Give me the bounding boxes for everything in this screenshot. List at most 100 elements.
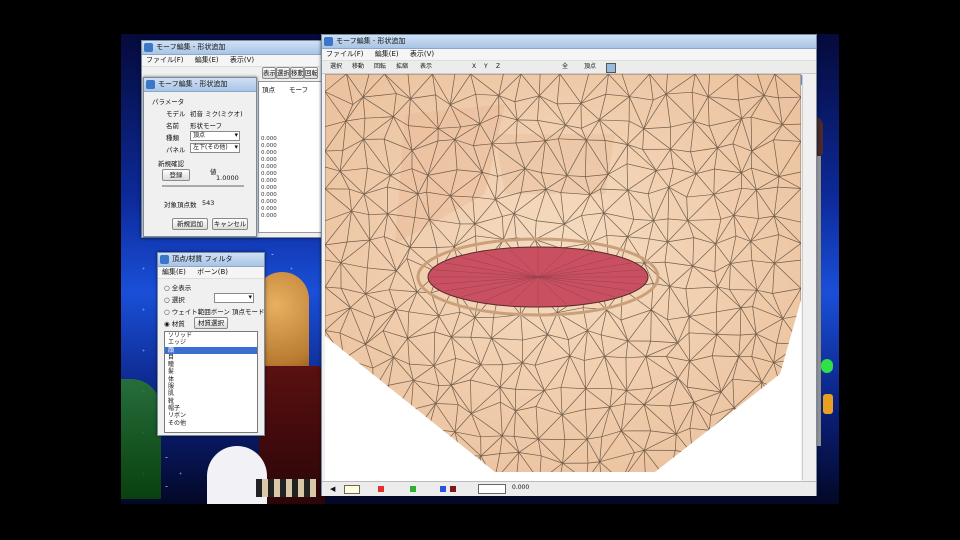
select-combo[interactable]	[214, 293, 254, 303]
material-list-item[interactable]: 体	[165, 376, 257, 383]
viewport[interactable]	[325, 74, 801, 481]
vertex-panel: 頂点/材質 フィルタ 編集(E) ボーン(B) ○ 全表示 ○ 選択 ○ ウェイ…	[157, 252, 265, 436]
thumb-window-titlebar: モーフ編集 - 形状追加	[142, 41, 322, 55]
bg-table-row: 0.000	[261, 199, 277, 205]
editor-right-scroll[interactable]	[802, 75, 815, 480]
material-list-item[interactable]: エッジ	[165, 339, 257, 346]
mesh-edge	[390, 413, 395, 436]
panel-menu-edit[interactable]: 編集(E)	[162, 268, 186, 276]
status-box[interactable]	[344, 485, 360, 494]
material-select-button[interactable]: 材質選択	[194, 317, 228, 329]
bg-table-row: 0.000	[261, 185, 277, 191]
weight-slider-track[interactable]	[162, 185, 244, 187]
mesh-edge	[325, 353, 345, 360]
mesh-edge	[350, 403, 368, 428]
tab-view[interactable]: 表示	[262, 67, 276, 79]
status-green-icon[interactable]	[410, 486, 416, 492]
status-blue-icon[interactable]	[440, 486, 446, 492]
material-list-item[interactable]: その他	[165, 420, 257, 427]
cancel-button[interactable]: キャンセル	[212, 218, 248, 230]
character-belt	[256, 479, 316, 497]
tool-view[interactable]: 表示	[420, 62, 432, 72]
material-list-item[interactable]: 服	[165, 383, 257, 390]
mesh-edge	[713, 454, 731, 472]
vertex-panel-titlebar: 頂点/材質 フィルタ	[158, 253, 264, 267]
tool-vertex[interactable]: 頂点	[584, 62, 596, 72]
vertex-panel-title: 頂点/材質 フィルタ	[172, 255, 233, 263]
mesh-edge	[325, 358, 345, 386]
tab-select[interactable]: 選択	[276, 67, 290, 79]
editor-menu-edit[interactable]: 編集(E)	[375, 50, 399, 58]
material-list-item[interactable]: 目	[165, 354, 257, 361]
radio-weight[interactable]: ○ ウェイト範囲ボーン 頂点モード	[164, 306, 265, 316]
type-select[interactable]: 頂点	[190, 131, 240, 141]
radio-select[interactable]: ○ 選択	[164, 294, 185, 304]
material-list-item[interactable]: 顔	[165, 346, 257, 354]
apply-button[interactable]: 新規追加	[172, 218, 208, 230]
dialog-icon	[146, 80, 155, 89]
panel-label: パネル	[166, 146, 186, 154]
mesh-edge	[761, 381, 782, 392]
bg-table-row: 0.000	[261, 150, 277, 156]
material-list-item[interactable]: 靴	[165, 398, 257, 405]
material-list[interactable]: ソリッド エッジ顔目瞳髪体服肌靴帽子 リボン その他	[164, 331, 258, 433]
mesh-edge	[692, 454, 700, 472]
radio-all[interactable]: ○ 全表示	[164, 282, 191, 292]
mesh-edge	[733, 407, 761, 415]
tool-z[interactable]: Z	[496, 62, 500, 72]
tool-all[interactable]: 全	[562, 62, 568, 72]
material-list-item[interactable]: 瞳	[165, 361, 257, 368]
mesh-edge	[713, 460, 722, 472]
material-list-item[interactable]: 肌	[165, 390, 257, 397]
morph-dialog: モーフ編集 - 形状追加 パラメータ モデル 初音 ミク(ミクオ) 名前 形状モ…	[143, 77, 257, 237]
tool-rotate[interactable]: 回転	[374, 62, 386, 72]
material-list-item[interactable]: リボン	[165, 412, 257, 419]
editor-menu-view[interactable]: 表示(V)	[410, 50, 434, 58]
tab-rotate[interactable]: 回転	[304, 67, 318, 79]
bg-table-header-morph: モーフ	[289, 86, 309, 94]
status-dark-icon[interactable]	[450, 486, 456, 492]
mesh-edge	[457, 455, 482, 472]
mesh-edge	[779, 453, 801, 458]
confirm-button[interactable]: 登録	[162, 169, 190, 181]
tool-x[interactable]: X	[472, 62, 476, 72]
status-field[interactable]	[478, 484, 506, 494]
status-arrow-icon[interactable]: ◀	[330, 485, 335, 493]
tab-move[interactable]: 移動	[290, 67, 304, 79]
bg-table: 頂点 モーフ 0.000 0.000 0.000 0.000 0.000 0.000 0.0…	[258, 81, 322, 233]
mesh-edge	[427, 460, 458, 472]
editor-menu-file[interactable]: ファイル(F)	[326, 50, 364, 58]
tool-select[interactable]: 選択	[330, 62, 342, 72]
bg-table-row: 0.000	[261, 213, 277, 219]
material-list-item[interactable]: 髪	[165, 368, 257, 375]
mesh-edge	[730, 454, 732, 472]
mesh-edge	[456, 455, 462, 472]
tool-scale[interactable]: 拡縮	[396, 62, 408, 72]
mesh-edge	[350, 391, 374, 405]
menu-view[interactable]: 表示(V)	[230, 56, 254, 64]
bg-table-header-vertex: 頂点	[262, 86, 275, 94]
mesh-edge	[325, 427, 352, 457]
mesh-edge	[730, 436, 762, 455]
mesh-edge	[781, 427, 801, 439]
mesh-edge	[372, 391, 395, 414]
menu-edit[interactable]: 編集(E)	[195, 56, 219, 64]
panel-select[interactable]: 左下(その他)	[190, 143, 240, 153]
menu-file[interactable]: ファイル(F)	[146, 56, 184, 64]
radio-material[interactable]: ◉ 材質	[164, 318, 185, 328]
status-red-icon[interactable]	[378, 486, 384, 492]
tool-y[interactable]: Y	[484, 62, 488, 72]
panel-menu-bone[interactable]: ボーン(B)	[197, 268, 228, 276]
mesh-edge	[733, 407, 762, 437]
mesh-edge	[781, 379, 801, 392]
mesh-edge	[366, 427, 395, 455]
app-icon	[144, 43, 153, 52]
material-list-item[interactable]: ソリッド	[165, 332, 257, 339]
tool-grid-icon[interactable]	[606, 63, 616, 73]
mesh-edge	[390, 435, 396, 455]
bg-table-row: 0.000	[261, 206, 277, 212]
mesh-edge	[407, 460, 428, 472]
mesh-edge	[362, 391, 374, 415]
mesh-edge	[730, 454, 758, 472]
tool-move[interactable]: 移動	[352, 62, 364, 72]
